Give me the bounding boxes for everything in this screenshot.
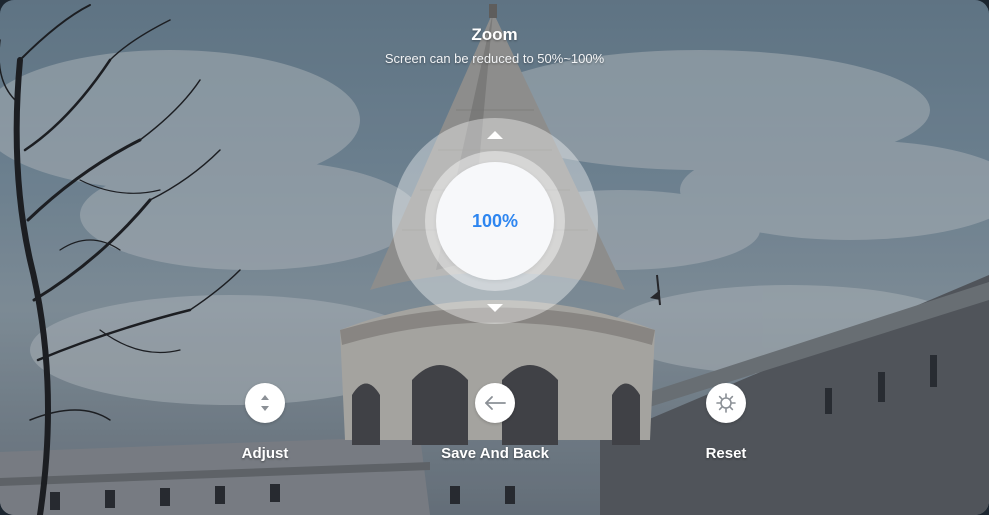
adjust-button[interactable]: Adjust	[185, 383, 345, 462]
gear-icon	[716, 393, 736, 413]
triangle-down-icon[interactable]	[487, 304, 503, 312]
zoom-value-text: 100%	[471, 210, 519, 231]
page-title: Zoom	[471, 25, 518, 44]
adjust-label: Adjust	[241, 445, 289, 462]
zoom-settings-screen: Zoom Screen can be reduced to 50%~100% 1…	[0, 0, 989, 515]
reset-button[interactable]: Reset	[646, 383, 806, 462]
reset-label: Reset	[705, 445, 747, 462]
zoom-value-display[interactable]: 100%	[436, 162, 554, 280]
reset-button-circle[interactable]	[706, 383, 746, 423]
page-subtitle: Screen can be reduced to 50%~100%	[384, 51, 605, 66]
adjust-button-circle[interactable]	[245, 383, 285, 423]
save-and-back-button-circle[interactable]	[475, 383, 515, 423]
arrow-left-icon	[485, 396, 506, 410]
up-down-arrows-icon	[261, 395, 269, 411]
save-and-back-label: Save And Back	[441, 445, 549, 462]
triangle-up-icon[interactable]	[487, 131, 503, 139]
save-and-back-button[interactable]: Save And Back	[415, 383, 575, 462]
